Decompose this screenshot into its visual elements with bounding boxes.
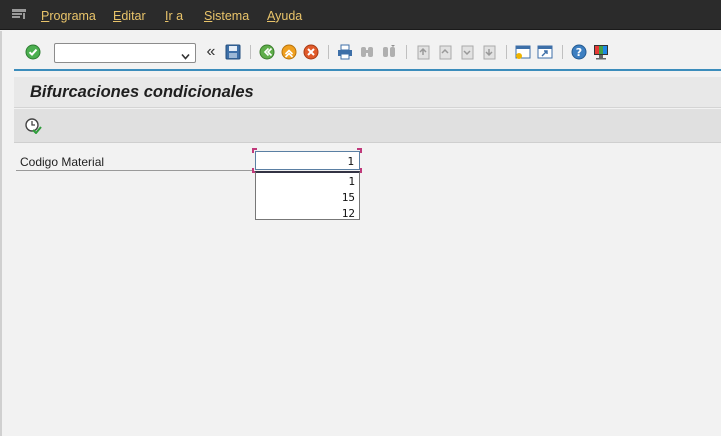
execute-icon[interactable] — [24, 116, 42, 135]
toolbar-separator — [250, 45, 251, 59]
shortcut-icon[interactable] — [536, 43, 554, 61]
menu-programa[interactable]: Programa — [41, 9, 96, 23]
help-icon[interactable]: ? — [570, 43, 588, 61]
last-page-icon[interactable] — [480, 43, 498, 61]
save-icon[interactable] — [224, 43, 242, 61]
previous-page-icon[interactable] — [436, 43, 454, 61]
next-page-icon[interactable] — [458, 43, 476, 61]
command-field[interactable] — [54, 43, 196, 63]
history-option[interactable]: 15 — [256, 189, 359, 205]
find-next-icon[interactable] — [380, 43, 398, 61]
sap-menu-icon[interactable] — [12, 8, 28, 20]
collapse-icon[interactable]: « — [202, 43, 220, 61]
standard-toolbar: « ? — [14, 38, 721, 68]
toolbar-accent-line — [14, 69, 721, 71]
title-bar: Bifurcaciones condicionales — [14, 77, 721, 108]
menu-sistema[interactable]: Sistema — [204, 9, 249, 23]
label-underline — [16, 170, 254, 171]
focus-corner — [357, 148, 362, 153]
customize-layout-icon[interactable] — [592, 43, 610, 61]
window-edge — [0, 31, 2, 436]
enter-icon[interactable] — [24, 43, 42, 61]
menu-ir-a[interactable]: Ir a — [165, 9, 183, 23]
print-icon[interactable] — [336, 43, 354, 61]
history-option[interactable]: 12 — [256, 205, 359, 221]
find-icon[interactable] — [358, 43, 376, 61]
cancel-icon[interactable] — [302, 43, 320, 61]
toolbar-separator — [506, 45, 507, 59]
focus-corner — [252, 148, 257, 153]
codigo-material-label: Codigo Material — [20, 155, 105, 169]
application-toolbar — [14, 109, 721, 143]
svg-text:?: ? — [576, 46, 582, 59]
toolbar-separator — [328, 45, 329, 59]
toolbar-separator — [562, 45, 563, 59]
back-icon[interactable] — [258, 43, 276, 61]
menu-ayuda[interactable]: Ayuda — [267, 9, 302, 23]
page-title: Bifurcaciones condicionales — [30, 83, 254, 101]
history-option[interactable]: 1 — [256, 173, 359, 189]
first-page-icon[interactable] — [414, 43, 432, 61]
menu-editar[interactable]: Editar — [113, 9, 146, 23]
codigo-material-input[interactable]: 1 — [255, 151, 360, 170]
input-history-dropdown: 1 15 12 — [255, 171, 360, 220]
command-dropdown-icon[interactable] — [181, 48, 190, 60]
toolbar-separator — [406, 45, 407, 59]
menu-bar: Programa Editar Ir a Sistema Ayuda — [0, 0, 721, 30]
exit-icon[interactable] — [280, 43, 298, 61]
create-session-icon[interactable] — [514, 43, 532, 61]
